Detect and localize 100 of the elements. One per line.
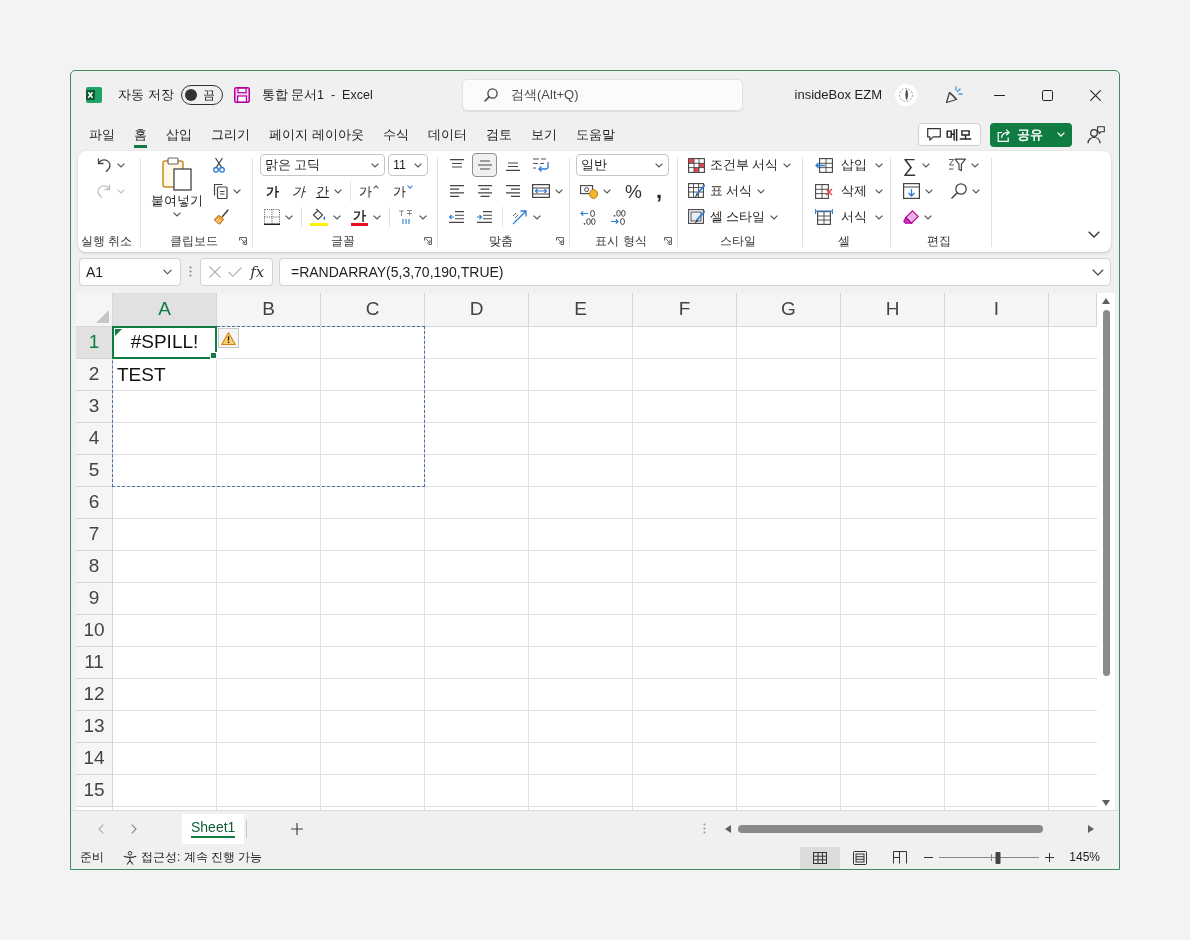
column-header[interactable]: E (529, 293, 633, 327)
error-options-button[interactable] (218, 328, 239, 348)
number-format-dropdown[interactable]: 일반 (576, 154, 669, 176)
search-box[interactable]: 검색(Alt+Q) (462, 79, 743, 111)
column-header[interactable]: C (321, 293, 425, 327)
row-header[interactable]: 14 (76, 743, 113, 775)
row-header[interactable]: 13 (76, 711, 113, 743)
dialog-launcher-icon[interactable] (664, 237, 672, 245)
column-header[interactable]: H (841, 293, 945, 327)
format-as-table-button[interactable]: 표 서식 (684, 179, 770, 203)
formula-input[interactable]: =RANDARRAY(5,3,70,190,TRUE) (291, 263, 1093, 281)
row-header[interactable]: 9 (76, 583, 113, 615)
row-header[interactable]: 1 (76, 327, 113, 359)
zoom-slider-thumb[interactable] (995, 851, 1001, 864)
font-size-dropdown[interactable]: 11 (388, 154, 428, 176)
menu-tab[interactable]: 검토 (485, 121, 512, 148)
delete-cells-button[interactable]: 삭제 (811, 179, 887, 203)
row-header[interactable]: 3 (76, 391, 113, 423)
autosum-button[interactable]: ∑ (899, 153, 934, 177)
sheet-tab[interactable]: Sheet1 (182, 813, 245, 844)
warning-icon (221, 331, 236, 345)
column-header[interactable]: I (945, 293, 1049, 327)
column-header[interactable]: D (425, 293, 529, 327)
column-header[interactable]: G (737, 293, 841, 327)
column-header[interactable]: A (113, 293, 217, 327)
insert-cells-button[interactable]: 삽입 (811, 153, 887, 177)
search-input[interactable]: 검색(Alt+Q) (511, 87, 731, 103)
accessibility-status[interactable]: 접근성: 계속 진행 가능 (141, 850, 263, 865)
zoom-in-button[interactable] (1045, 853, 1055, 862)
format-cells-button[interactable]: 서식 (811, 205, 887, 229)
normal-view-button[interactable] (800, 846, 841, 869)
row-header[interactable]: 15 (76, 775, 113, 807)
grow-font-button[interactable]: 가 (355, 179, 383, 203)
right-arrow-icon[interactable] (1088, 824, 1094, 833)
name-box[interactable]: A1 (79, 258, 181, 286)
vertical-dots-icon[interactable] (703, 823, 706, 834)
selected-cell[interactable]: #SPILL! (112, 326, 217, 359)
column-header[interactable]: B (217, 293, 321, 327)
row-header[interactable]: 4 (76, 423, 113, 455)
menu-tab[interactable]: 데이터 (427, 121, 467, 148)
menu-tab[interactable]: 보기 (530, 121, 557, 148)
dialog-launcher-icon[interactable] (424, 237, 432, 245)
menu-tab[interactable]: 수식 (382, 121, 409, 148)
save-icon[interactable] (233, 87, 250, 103)
group-label: 표시 형식 (595, 233, 647, 249)
cell-styles-button[interactable]: 셀 스타일 (684, 205, 783, 229)
menu-tab[interactable]: 파일 (89, 121, 115, 148)
comments-button[interactable]: 메모 (918, 123, 981, 146)
scrollbar-thumb[interactable] (738, 824, 1043, 833)
zoom-level[interactable]: 145% (1069, 850, 1100, 865)
conditional-formatting-button[interactable]: 조건부 서식 (684, 153, 796, 177)
font-name-dropdown[interactable]: 맑은 고딕 (260, 154, 385, 176)
fill-handle[interactable] (210, 352, 217, 359)
caret-icon (875, 214, 883, 220)
row-header[interactable]: 5 (76, 455, 113, 487)
group-label: 실행 취소 (80, 233, 133, 249)
coauthoring-button[interactable] (1087, 125, 1105, 144)
row-header[interactable]: 10 (76, 615, 113, 647)
cell-value: TEST (117, 364, 166, 386)
row-header[interactable]: 8 (76, 551, 113, 583)
menu-tab[interactable]: 삽입 (166, 121, 192, 148)
down-arrow-box-icon (903, 183, 920, 199)
row-header[interactable]: 12 (76, 679, 113, 711)
row-header[interactable]: 7 (76, 519, 113, 551)
cancel-icon (208, 266, 221, 278)
row-header[interactable]: 2 (76, 359, 113, 391)
avatar-icon[interactable] (895, 84, 917, 106)
share-button[interactable]: 공유 (990, 122, 1072, 147)
formula-box[interactable]: =RANDARRAY(5,3,70,190,TRUE) (279, 258, 1111, 286)
insert-function-button[interactable]: fx (250, 264, 265, 280)
left-arrow-icon[interactable] (725, 824, 731, 833)
row-header[interactable]: 6 (76, 487, 113, 519)
underline-button[interactable]: 간 (312, 179, 346, 203)
add-sheet-button[interactable] (291, 822, 304, 835)
bold-button[interactable]: 가 (260, 179, 284, 203)
menu-tab[interactable]: 그리기 (211, 121, 250, 148)
down-arrow-icon[interactable] (1102, 800, 1110, 806)
menu-tab[interactable]: 도움말 (575, 121, 615, 148)
paintbrush-icon (213, 209, 229, 225)
shrink-font-button[interactable]: 가 (389, 179, 417, 203)
menu-tab[interactable]: 홈 (134, 121, 147, 148)
row-header[interactable]: 11 (76, 647, 113, 679)
percent-button[interactable]: % (621, 179, 646, 203)
cell-reference-input[interactable]: A1 (86, 263, 164, 281)
menu-tab[interactable]: 페이지 레이아웃 (269, 121, 364, 148)
chevron-down-icon[interactable] (163, 269, 172, 275)
user-name: insideBox EZM (794, 87, 882, 103)
font-color-button[interactable]: 가 (347, 205, 385, 229)
italic-button[interactable]: 가 (286, 179, 310, 203)
dialog-launcher-icon[interactable] (556, 237, 564, 245)
scrollbar-thumb[interactable] (1102, 310, 1110, 676)
next-sheet-button[interactable] (131, 823, 137, 834)
up-arrow-icon[interactable] (1102, 298, 1110, 304)
dialog-launcher-icon[interactable] (239, 237, 247, 245)
caret-icon (875, 162, 883, 168)
chevron-left-icon (98, 823, 104, 834)
column-header[interactable]: F (633, 293, 737, 327)
chevron-down-icon[interactable] (1092, 268, 1104, 276)
comma-style-button[interactable]: , (651, 179, 667, 203)
paste-button[interactable]: 붙여넣기 (146, 153, 208, 229)
